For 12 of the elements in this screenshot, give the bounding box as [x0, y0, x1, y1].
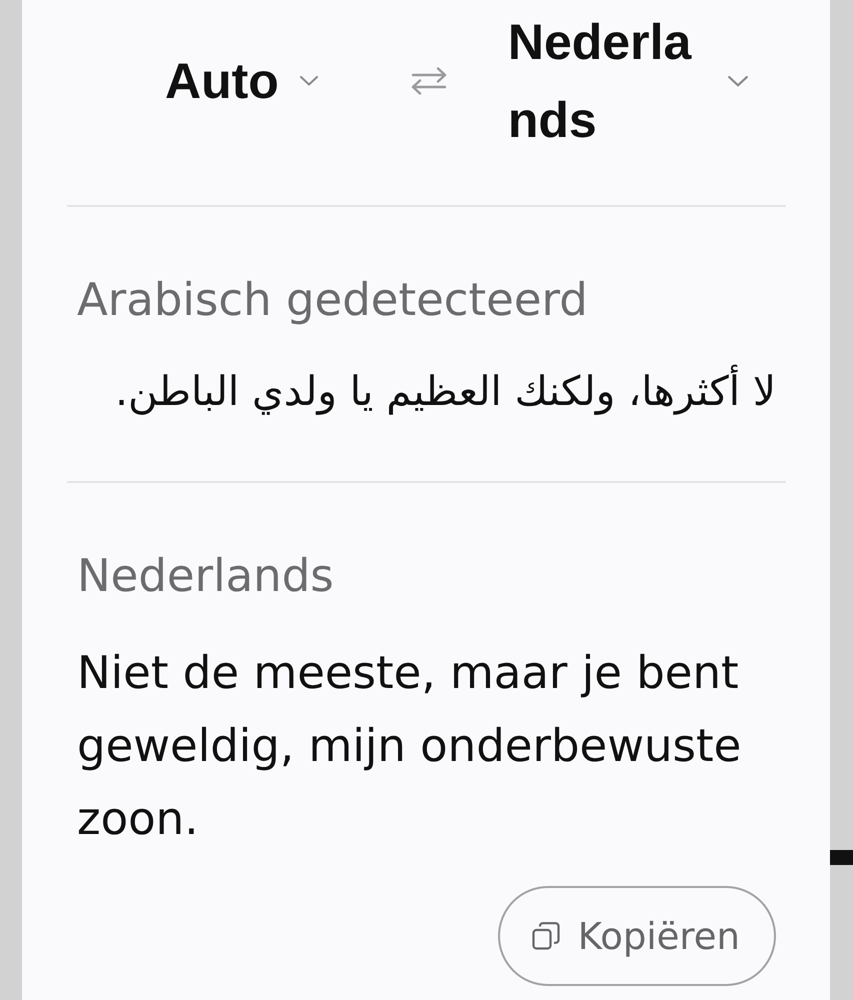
copy-button[interactable]: Kopiëren	[498, 886, 776, 986]
copy-icon	[532, 922, 560, 950]
source-text: لا أكثرها، ولكنك العظيم يا ولدي الباطن.	[77, 360, 776, 422]
background-bar	[830, 850, 853, 865]
target-language-dropdown[interactable]: Nederlands	[508, 3, 748, 159]
source-language-dropdown[interactable]: Auto	[165, 51, 318, 111]
swap-icon[interactable]	[410, 67, 447, 95]
chevron-down-icon	[728, 76, 748, 86]
chevron-down-icon	[300, 76, 318, 86]
target-language-label: Nederlands	[77, 549, 335, 603]
translated-text: Niet de meeste, maar je bent geweldig, mijn onderbewuste zoon.	[77, 645, 742, 847]
detected-language-label: Arabisch gedetecteerd	[77, 273, 589, 327]
